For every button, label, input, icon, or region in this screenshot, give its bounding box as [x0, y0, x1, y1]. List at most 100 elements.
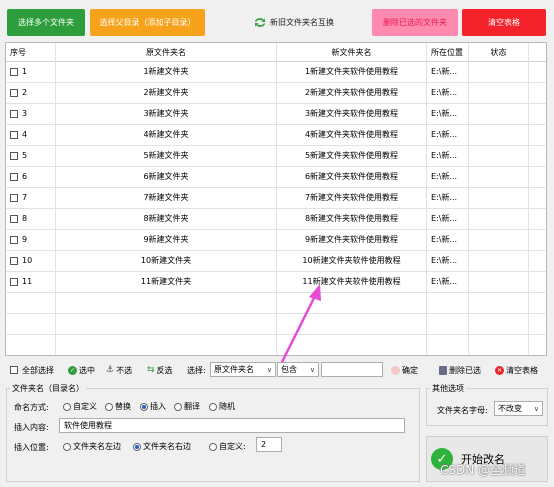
row-checkbox[interactable]	[10, 130, 18, 139]
radio[interactable]	[209, 442, 217, 451]
insert-position-label: 插入位置:	[14, 443, 49, 452]
radio[interactable]	[63, 402, 71, 411]
position-label-right: 文件夹名右边	[143, 442, 191, 451]
row-checkbox[interactable]	[10, 214, 18, 223]
row-index: 2	[22, 88, 28, 97]
match-select-value: 包含	[281, 365, 297, 374]
row-checkbox[interactable]	[10, 235, 18, 244]
check-icon: ✓	[68, 365, 77, 375]
row-old-name-cell: 4新建文件夹	[56, 124, 277, 145]
row-index-cell: 1	[6, 61, 56, 82]
row-old-name-cell	[56, 313, 277, 334]
delete-icon	[439, 365, 447, 375]
row-old-name-cell: 9新建文件夹	[56, 229, 277, 250]
radio-selected[interactable]	[140, 402, 148, 411]
mode-option-insert[interactable]: 插入	[140, 401, 166, 412]
table-row[interactable]: 5 5新建文件夹 5新建文件夹软件使用教程 E:\新...	[6, 145, 546, 167]
row-location-cell: E:\新...	[427, 124, 469, 145]
row-old-name-cell: 2新建文件夹	[56, 82, 277, 103]
row-status-cell	[469, 124, 529, 145]
table-row[interactable]: 2 2新建文件夹 2新建文件夹软件使用教程 E:\新...	[6, 82, 546, 104]
radio[interactable]	[63, 442, 71, 451]
select-multiple-folders-button[interactable]: 选择多个文件夹	[7, 9, 85, 36]
delete-selected-button[interactable]: 删除已选	[439, 364, 481, 376]
position-option-right[interactable]: 文件夹名右边	[133, 441, 191, 452]
table-row[interactable]: 7 7新建文件夹 7新建文件夹软件使用教程 E:\新...	[6, 187, 546, 209]
mode-option-translate[interactable]: 翻译	[174, 401, 200, 412]
row-status-cell	[469, 271, 529, 292]
letter-case-select[interactable]: 不改变 ∨	[494, 401, 543, 416]
column-header-index[interactable]: 序号	[6, 43, 56, 61]
confirm-button[interactable]: 确定	[391, 364, 418, 376]
row-index: 11	[22, 277, 33, 286]
row-filler-cell	[529, 229, 546, 250]
letter-case-value: 不改变	[498, 404, 522, 413]
row-new-name-cell: 7新建文件夹软件使用教程	[277, 187, 427, 208]
field-select[interactable]: 原文件夹名 ∨	[210, 362, 276, 377]
row-location-cell: E:\新...	[427, 229, 469, 250]
row-old-name-cell: 11新建文件夹	[56, 271, 277, 292]
row-index: 7	[22, 193, 28, 202]
table-row[interactable]: 6 6新建文件夹 6新建文件夹软件使用教程 E:\新...	[6, 166, 546, 188]
radio[interactable]	[209, 402, 217, 411]
column-header-old-name[interactable]: 原文件夹名	[56, 43, 277, 61]
row-status-cell	[469, 313, 529, 334]
select-all-checkbox[interactable]: 全部选择	[10, 364, 54, 376]
table-row[interactable]: 1 1新建文件夹 1新建文件夹软件使用教程 E:\新...	[6, 61, 546, 83]
clear-table-label: 清空表格	[506, 365, 538, 375]
mode-option-replace[interactable]: 替换	[105, 401, 131, 412]
row-index-cell: 11	[6, 271, 56, 292]
row-location-cell: E:\新...	[427, 145, 469, 166]
table-row[interactable]: 3 3新建文件夹 3新建文件夹软件使用教程 E:\新...	[6, 103, 546, 125]
table-row[interactable]: 9 9新建文件夹 9新建文件夹软件使用教程 E:\新...	[6, 229, 546, 251]
row-status-cell	[469, 103, 529, 124]
row-checkbox[interactable]	[10, 172, 18, 181]
custom-position-input[interactable]: 2	[256, 437, 282, 452]
row-new-name-cell: 8新建文件夹软件使用教程	[277, 208, 427, 229]
radio[interactable]	[105, 402, 113, 411]
table-row[interactable]: 4 4新建文件夹 4新建文件夹软件使用教程 E:\新...	[6, 124, 546, 146]
select-by-label: 选择:	[187, 365, 206, 375]
position-option-custom[interactable]: 自定义:	[209, 441, 246, 452]
row-location-cell	[427, 292, 469, 313]
mode-option-random[interactable]: 随机	[209, 401, 235, 412]
position-option-left[interactable]: 文件夹名左边	[63, 441, 121, 452]
annotation-arrow	[278, 284, 321, 368]
filter-input[interactable]	[321, 362, 383, 377]
match-select[interactable]: 包含 ∨	[277, 362, 319, 377]
check-label: 选中	[79, 365, 95, 375]
row-old-name-cell: 5新建文件夹	[56, 145, 277, 166]
table-row[interactable]: 10 10新建文件夹 10新建文件夹软件使用教程 E:\新...	[6, 250, 546, 272]
row-checkbox[interactable]	[10, 151, 18, 160]
select-parent-directory-button[interactable]: 选择父目录（添加子目录）	[90, 9, 205, 36]
column-header-location[interactable]: 所在位置	[427, 43, 469, 61]
select-all-box[interactable]	[10, 366, 18, 374]
row-checkbox[interactable]	[10, 256, 18, 265]
row-index-cell	[6, 292, 56, 313]
row-checkbox[interactable]	[10, 88, 18, 97]
mode-label-translate: 翻译	[184, 402, 200, 411]
check-button[interactable]: ✓ 选中	[68, 364, 95, 376]
row-location-cell: E:\新...	[427, 103, 469, 124]
uncheck-button[interactable]: ⚓ 不选	[106, 364, 132, 376]
clear-table-small-button[interactable]: ✕ 清空表格	[495, 364, 538, 376]
insert-content-input[interactable]: 软件使用教程	[59, 418, 405, 433]
row-checkbox[interactable]	[10, 277, 18, 286]
row-checkbox[interactable]	[10, 109, 18, 118]
radio-selected[interactable]	[133, 442, 141, 451]
column-header-new-name[interactable]: 新文件夹名	[277, 43, 427, 61]
radio[interactable]	[174, 402, 182, 411]
column-header-status[interactable]: 状态	[469, 43, 529, 61]
invert-button[interactable]: ⇆ 反选	[147, 364, 173, 376]
swap-names-button[interactable]: 新旧文件夹名互换	[238, 9, 350, 36]
rename-panel-title: 文件夹名（目录名）	[10, 383, 86, 394]
row-filler-cell	[529, 145, 546, 166]
table-row[interactable]: 8 8新建文件夹 8新建文件夹软件使用教程 E:\新...	[6, 208, 546, 230]
chevron-down-icon: ∨	[533, 404, 539, 413]
clear-table-button[interactable]: 清空表格	[462, 9, 546, 36]
delete-selected-folders-button[interactable]: 删除已选的文件夹	[372, 9, 458, 36]
row-checkbox[interactable]	[10, 193, 18, 202]
row-checkbox[interactable]	[10, 67, 18, 76]
mode-option-custom[interactable]: 自定义	[63, 401, 97, 412]
row-location-cell: E:\新...	[427, 61, 469, 82]
